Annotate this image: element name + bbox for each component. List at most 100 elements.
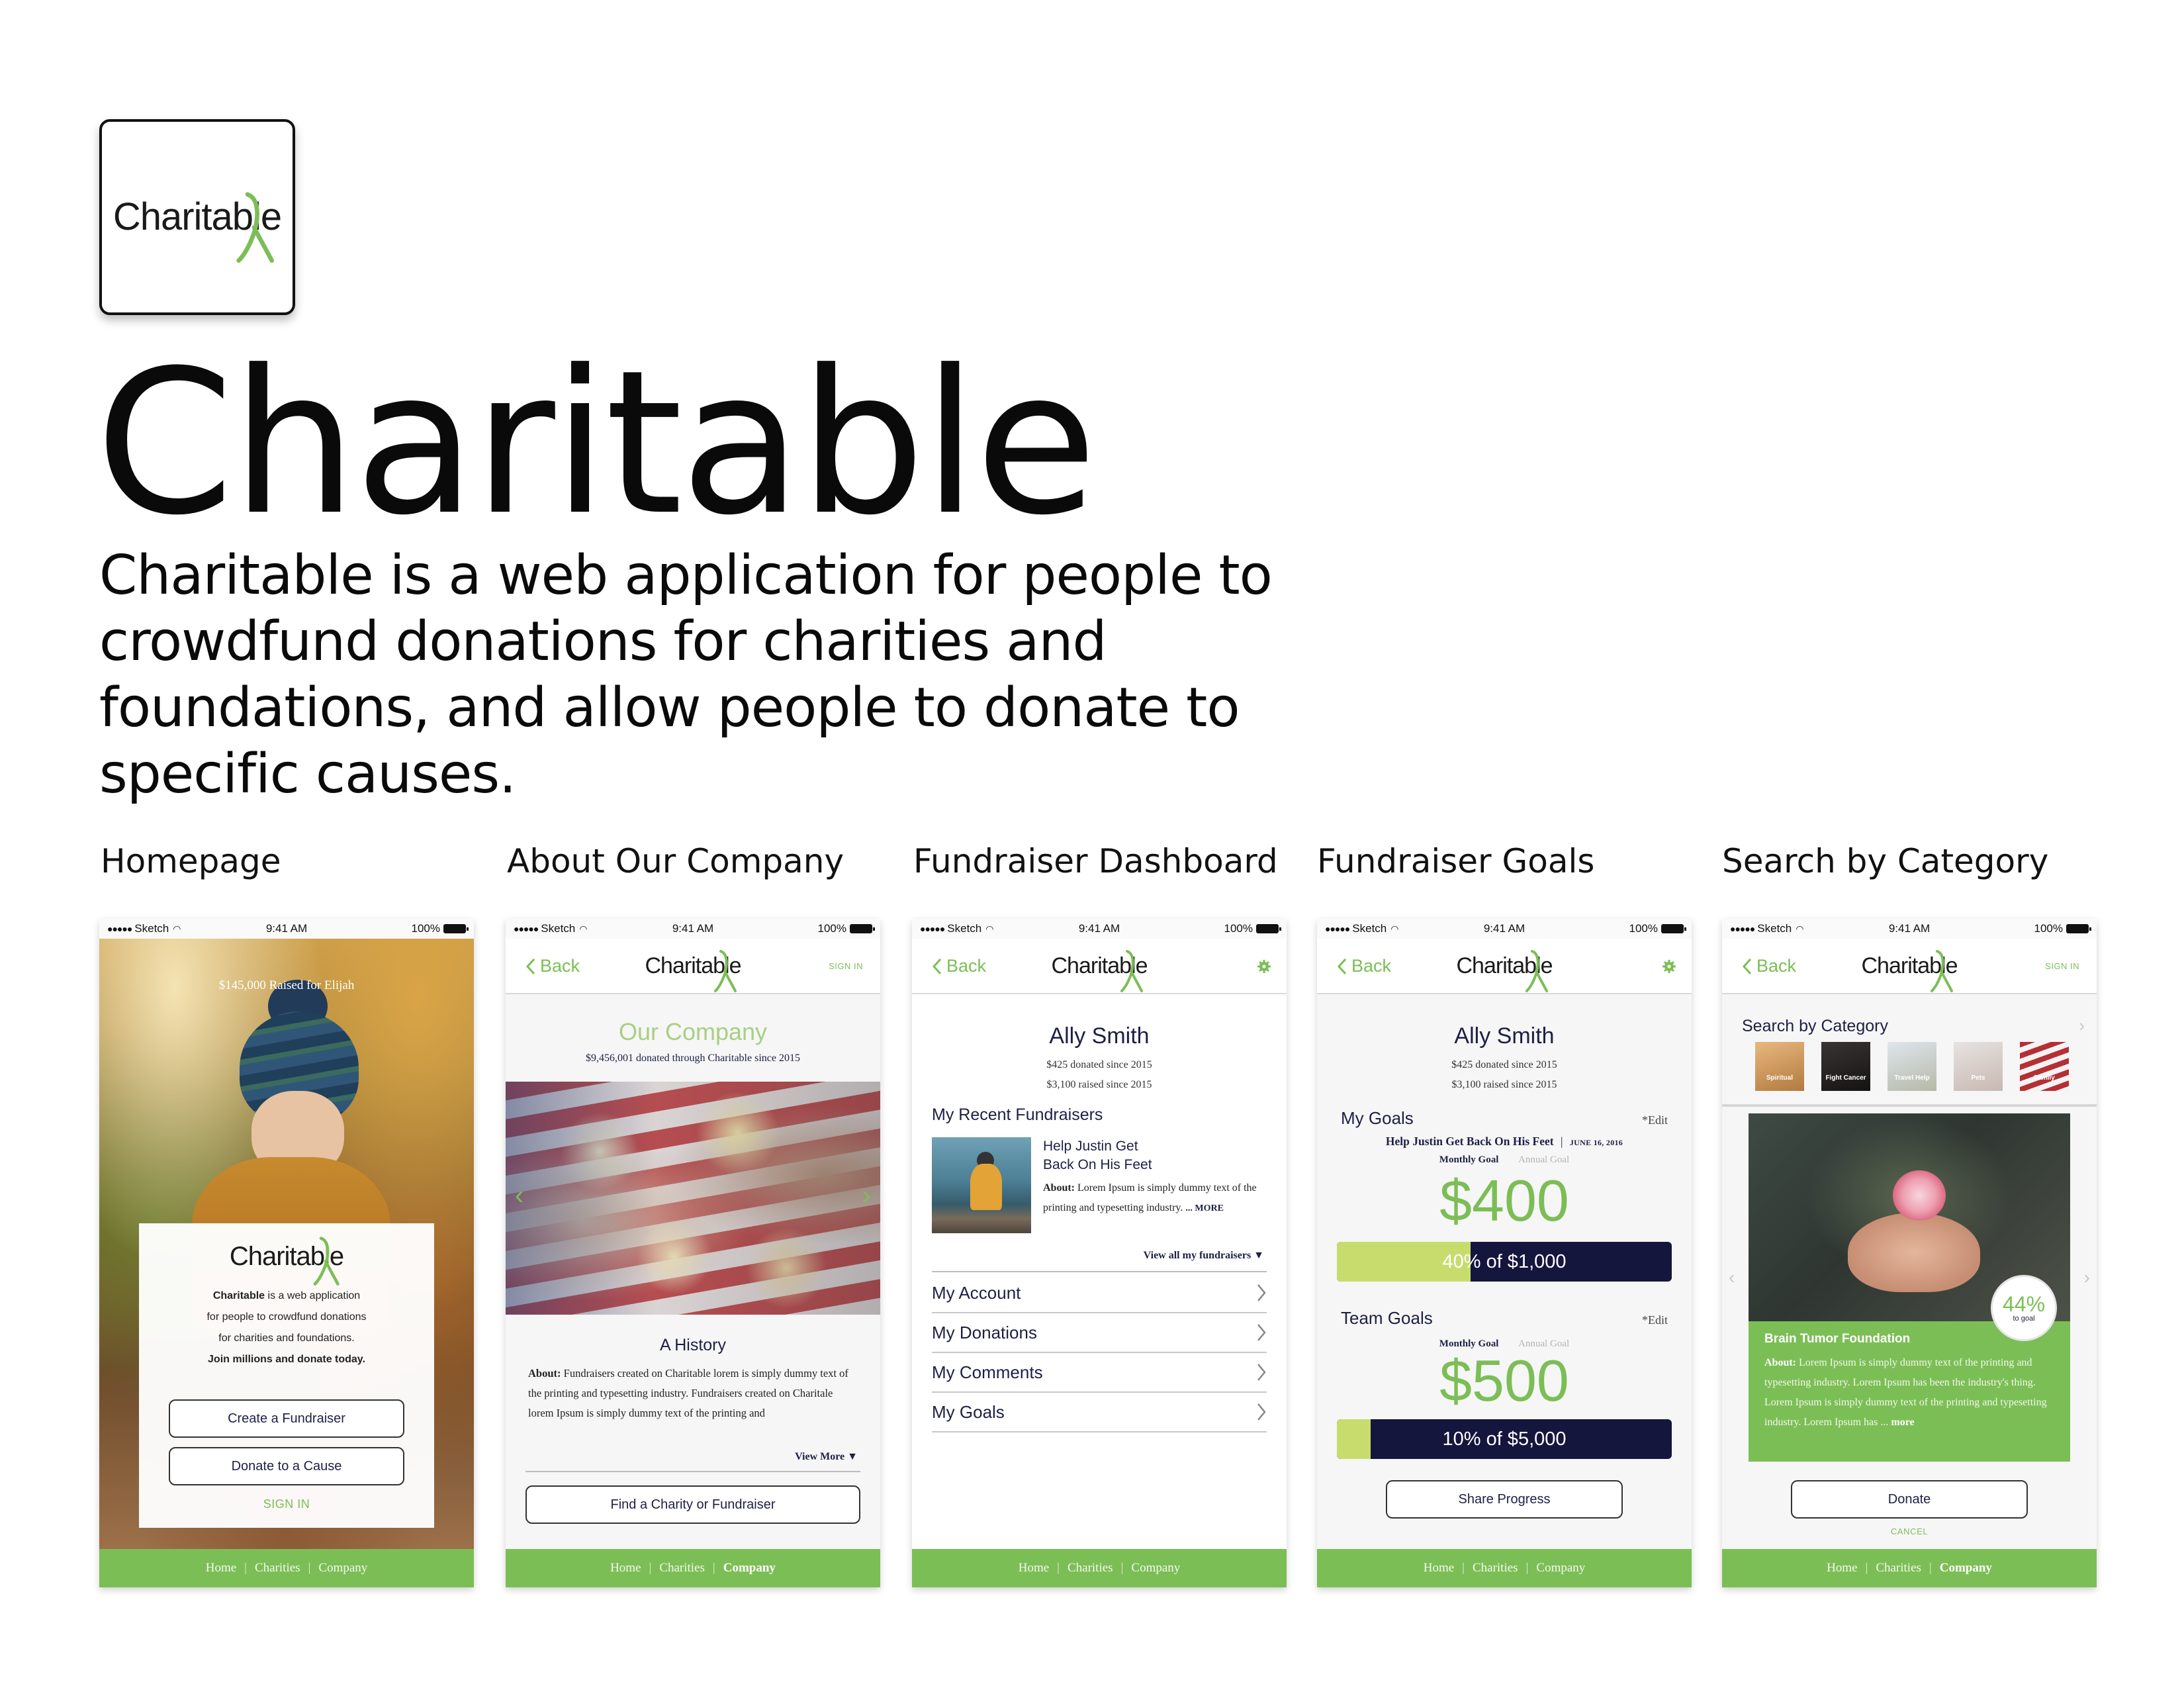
cancel-link[interactable]: CANCEL (1722, 1526, 2097, 1536)
view-more-link[interactable]: View More ▼ (795, 1451, 858, 1463)
footer-company-link[interactable]: Company (1536, 1561, 1585, 1575)
back-label: Back (1756, 956, 1797, 976)
ribbon-icon (1931, 950, 1954, 992)
donate-button[interactable]: Donate (1791, 1480, 2028, 1519)
about-label: About: (1043, 1182, 1075, 1194)
photo-detail (1893, 1170, 1946, 1221)
footer-home-link[interactable]: Home (610, 1561, 641, 1575)
carousel-prev-icon[interactable]: ‹ (515, 1182, 523, 1209)
find-charity-button[interactable]: Find a Charity or Fundraiser (525, 1485, 860, 1524)
nav-logo[interactable]: Charitable (1457, 950, 1553, 992)
back-button[interactable]: Back (525, 956, 580, 976)
category-spiritual[interactable]: Spiritual (1755, 1042, 1804, 1091)
footer-nav: Home | Charities | Company (912, 1549, 1287, 1587)
back-label: Back (1351, 956, 1392, 976)
goal-separator: | (1560, 1135, 1563, 1148)
footer-charities-link[interactable]: Charities (1876, 1561, 1921, 1575)
battery-percent: 100% (1224, 922, 1253, 935)
chevron-right-icon[interactable]: › (2079, 1015, 2085, 1036)
category-family[interactable]: Family (2020, 1042, 2069, 1091)
ribbon-icon (1525, 950, 1549, 992)
carousel-photo: ‹ › (506, 1082, 880, 1315)
team-goal-amount: $500 (1439, 1348, 1569, 1413)
about-text: Fundraisers created on Charitable lorem … (528, 1367, 848, 1419)
menu-my-donations[interactable]: My Donations (932, 1313, 1267, 1353)
app-logo: Charitable (99, 119, 295, 315)
goal-amount: $400 (1439, 1168, 1569, 1233)
edit-team-goals-link[interactable]: *Edit (1642, 1313, 1668, 1327)
sign-in-link[interactable]: SIGN IN (829, 961, 863, 971)
menu-label: My Account (932, 1282, 1021, 1303)
ribbon-icon (236, 192, 275, 263)
ribbon-icon (313, 1237, 340, 1286)
status-bar: ●●●●● Sketch ◠ 9:41 AM 100% (506, 919, 880, 939)
goal-percent-label: to goal (2013, 1315, 2035, 1323)
footer-company-link[interactable]: Company (318, 1561, 367, 1575)
footer-home-link[interactable]: Home (1827, 1561, 1857, 1575)
carousel-prev-icon[interactable]: ‹ (1729, 1267, 1735, 1288)
hero-description: Charitable is a web application for peop… (99, 544, 1273, 806)
footer-charities-link[interactable]: Charities (1473, 1561, 1518, 1575)
photo-overlay (506, 1082, 880, 1315)
progress-text: 10% of $5,000 (1442, 1428, 1567, 1450)
fundraiser-thumbnail[interactable] (932, 1137, 1031, 1233)
battery-percent: 100% (2034, 922, 2063, 935)
menu-label: My Goals (932, 1401, 1005, 1422)
footer-charities-link[interactable]: Charities (1068, 1561, 1113, 1575)
more-link[interactable]: ... MORE (1185, 1203, 1224, 1213)
footer-company-link[interactable]: Company (723, 1561, 776, 1575)
carrier: Sketch (947, 922, 982, 935)
more-link[interactable]: more (1891, 1417, 1914, 1428)
category-fight-cancer[interactable]: Fight Cancer (1821, 1042, 1870, 1091)
fundraiser-title-line: Back On His Feet (1043, 1157, 1152, 1172)
user-name: Ally Smith (1049, 1023, 1150, 1049)
edit-my-goals-link[interactable]: *Edit (1642, 1113, 1668, 1127)
fundraiser-about: About: Lorem Ipsum is simply dummy text … (1043, 1178, 1268, 1219)
footer-company-link[interactable]: Company (1940, 1561, 1992, 1575)
sign-in-link[interactable]: SIGN IN (2045, 961, 2079, 971)
chevron-left-icon (1337, 958, 1347, 974)
recent-fundraisers-heading: My Recent Fundraisers (932, 1105, 1103, 1124)
back-button[interactable]: Back (932, 956, 986, 976)
tab-annual-goal[interactable]: Annual Goal (1518, 1154, 1569, 1165)
menu-my-account[interactable]: My Account (932, 1274, 1267, 1313)
nav-logo[interactable]: Charitable (1862, 950, 1958, 992)
gear-icon[interactable] (1661, 959, 1677, 974)
view-all-fundraisers-link[interactable]: View all my fundraisers ▼ (1144, 1250, 1264, 1262)
footer-home-link[interactable]: Home (206, 1561, 236, 1575)
carrier: Sketch (541, 922, 576, 935)
nav-logo[interactable]: Charitable (1052, 950, 1148, 992)
wifi-icon: ◠ (1390, 923, 1399, 934)
fundraiser-title[interactable]: Help Justin Get Back On His Feet (1043, 1137, 1152, 1174)
category-travel-help[interactable]: Travel Help (1888, 1042, 1936, 1091)
footer-home-link[interactable]: Home (1424, 1561, 1454, 1575)
create-fundraiser-button[interactable]: Create a Fundraiser (169, 1399, 404, 1438)
share-progress-button[interactable]: Share Progress (1386, 1480, 1623, 1519)
footer-company-link[interactable]: Company (1131, 1561, 1180, 1575)
footer-home-link[interactable]: Home (1019, 1561, 1049, 1575)
intro-card: Charitable Charitable is a web applicati… (139, 1223, 434, 1528)
menu-my-comments[interactable]: My Comments (932, 1353, 1267, 1393)
sign-in-link[interactable]: SIGN IN (139, 1497, 434, 1511)
battery-percent: 100% (817, 922, 846, 935)
menu-label: My Donations (932, 1322, 1037, 1342)
tab-monthly-goal[interactable]: Monthly Goal (1439, 1154, 1499, 1165)
donate-cause-button[interactable]: Donate to a Cause (169, 1447, 404, 1485)
back-button[interactable]: Back (1742, 956, 1796, 976)
carousel-next-icon[interactable]: › (862, 1182, 871, 1209)
back-label: Back (540, 956, 580, 976)
gear-icon[interactable] (1256, 959, 1272, 974)
footer-separator: | (244, 1561, 247, 1575)
back-button[interactable]: Back (1337, 956, 1391, 976)
status-bar: ●●●●● Sketch ◠ 9:41 AM 100% (912, 919, 1287, 939)
tagline-text: for charities and foundations. (218, 1333, 355, 1344)
category-pets[interactable]: Pets (1954, 1042, 2003, 1091)
donated-stat: $425 donated since 2015 (1451, 1059, 1557, 1070)
menu-my-goals[interactable]: My Goals (932, 1393, 1267, 1432)
footer-charities-link[interactable]: Charities (659, 1561, 705, 1575)
footer-charities-link[interactable]: Charities (255, 1561, 300, 1575)
carousel-next-icon[interactable]: › (2084, 1267, 2090, 1288)
foundation-about: About: Lorem Ipsum is simply dummy text … (1764, 1353, 2054, 1432)
nav-logo[interactable]: Charitable (645, 950, 741, 992)
footer-separator: | (1929, 1561, 1932, 1575)
